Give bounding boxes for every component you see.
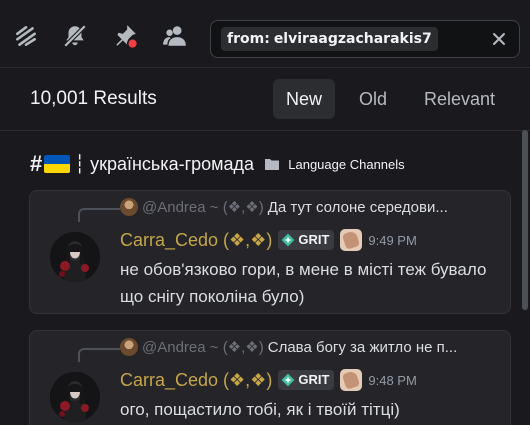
server-tag-label: GRIT [298,372,330,387]
sort-tab-relevant[interactable]: Relevant [411,79,508,119]
reply-connector [78,348,120,362]
message-header: Carra_Cedo (❖,❖) GRIT 9:49 PM [120,229,417,253]
channel-toolbar: from: elviraagzacharakis7 [0,0,530,68]
channel-header[interactable]: # ┆ українська-громада Language Channels [30,151,405,177]
channel-hash-icon: # [30,151,43,176]
search-filter-token[interactable]: from: elviraagzacharakis7 [221,27,438,51]
server-tag-label: GRIT [298,232,330,247]
threads-icon[interactable] [13,23,39,49]
reply-text[interactable]: Слава богу за житло не п... [268,339,458,356]
author-name[interactable]: Carra_Cedo (❖,❖) [120,230,272,251]
ukraine-flag-icon [44,155,71,173]
search-results-header: 10,001 Results New Old Relevant [0,69,530,131]
channel-category: Language Channels [288,156,405,172]
channel-name[interactable]: ┆ українська-громада [74,154,254,175]
hand-badge-icon [340,229,363,251]
sort-tab-new[interactable]: New [273,79,336,119]
close-icon[interactable] [489,29,509,49]
search-filter-key: from: [227,31,270,47]
message-header: Carra_Cedo (❖,❖) GRIT 9:48 PM [120,369,417,393]
reply-preview[interactable]: @Andrea ~ (❖,❖) Да тут солоне середови... [120,198,448,218]
members-icon[interactable] [162,23,188,49]
hand-badge-icon [340,369,363,391]
server-tag[interactable]: GRIT [278,230,335,250]
search-filter-value: elviraagzacharakis7 [273,31,432,47]
results-count: 10,001 Results [30,88,157,109]
pin-icon[interactable] [112,23,138,49]
reply-text[interactable]: Да тут солоне середови... [268,199,448,216]
reply-preview[interactable]: @Andrea ~ (❖,❖) Слава богу за житло не п.… [120,338,457,358]
message-content: ого, пощастило тобі, як і твоїй тітці) [120,400,400,419]
author-name[interactable]: Carra_Cedo (❖,❖) [120,370,272,391]
reply-connector [78,208,120,222]
folder-icon [265,159,280,170]
sparkle-icon [281,233,295,246]
search-result-card[interactable]: @Andrea ~ (❖,❖) Да тут солоне середови...… [29,190,511,314]
message-timestamp: 9:49 PM [368,232,417,248]
reply-author[interactable]: @Andrea ~ (❖,❖) [142,338,264,356]
reply-author[interactable]: @Andrea ~ (❖,❖) [142,198,264,216]
search-input[interactable]: from: elviraagzacharakis7 [210,20,520,58]
server-tag[interactable]: GRIT [278,370,335,390]
sparkle-icon [281,373,295,386]
avatar[interactable] [50,232,100,282]
sort-tab-old[interactable]: Old [346,79,400,119]
message-timestamp: 9:48 PM [368,372,417,388]
reply-avatar [120,338,138,357]
avatar[interactable] [50,372,100,422]
reply-avatar [120,198,138,217]
message-content: не обов'язково гори, в мене в місті теж … [120,260,487,306]
mute-bell-icon[interactable] [62,23,88,49]
scrollbar[interactable] [522,130,528,310]
search-result-card[interactable]: @Andrea ~ (❖,❖) Слава богу за житло не п.… [29,330,511,425]
